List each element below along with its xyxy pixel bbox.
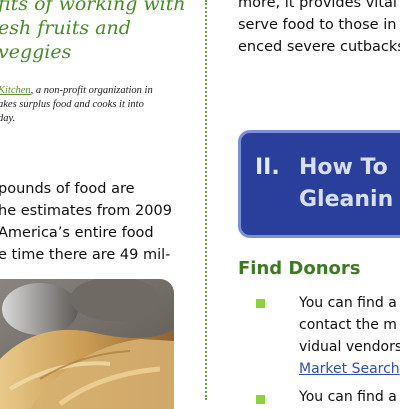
heading-line: esh fruits and veggies: [0, 17, 131, 63]
caption-link[interactable]: Kitchen: [0, 85, 31, 96]
list-item: You can find a contact the m vidual vend…: [299, 292, 400, 380]
banner-title-line: How To: [299, 155, 388, 180]
bread-photo: [0, 279, 174, 409]
bread-photo-image: [0, 279, 174, 409]
heading-line: fits of working with: [0, 0, 186, 15]
section-heading: Find Donors: [238, 258, 361, 279]
body-line: America’s entire food: [0, 225, 154, 241]
section-banner: II. How To Gleanin: [238, 130, 400, 238]
caption-text: day.: [0, 113, 16, 124]
left-body-text: pounds of food are he estimates from 200…: [0, 178, 198, 266]
body-line: e time there are 49 mil-: [0, 247, 171, 263]
list-line: vidual vendors: [299, 339, 400, 355]
caption-text: akes surplus food and cooks it into: [0, 99, 144, 110]
body-line: enced severe cutbacks: [238, 39, 400, 55]
body-line: serve food to those in: [238, 17, 397, 33]
bullet-icon: [256, 299, 265, 308]
article-heading: fits of working with esh fruits and vegg…: [0, 0, 198, 64]
list-item: You can find a: [299, 386, 400, 408]
list-line: contact the m: [299, 317, 397, 333]
banner-number: II.: [255, 155, 280, 180]
caption-text: , a non-profit organization in: [30, 85, 153, 96]
body-line: he estimates from 2009: [0, 203, 172, 219]
body-line: more, it provides vital: [238, 0, 397, 11]
list-line: You can find a: [299, 389, 397, 405]
list-line: You can find a: [299, 295, 397, 311]
photo-caption: Kitchen, a non-profit organization in ak…: [0, 84, 198, 126]
column-divider: [205, 0, 207, 400]
banner-title-line: Gleanin: [299, 187, 394, 212]
right-body-text: more, it provides vital serve food to th…: [238, 0, 400, 58]
body-line: pounds of food are: [0, 181, 135, 197]
market-search-link[interactable]: Market Search: [299, 361, 400, 377]
